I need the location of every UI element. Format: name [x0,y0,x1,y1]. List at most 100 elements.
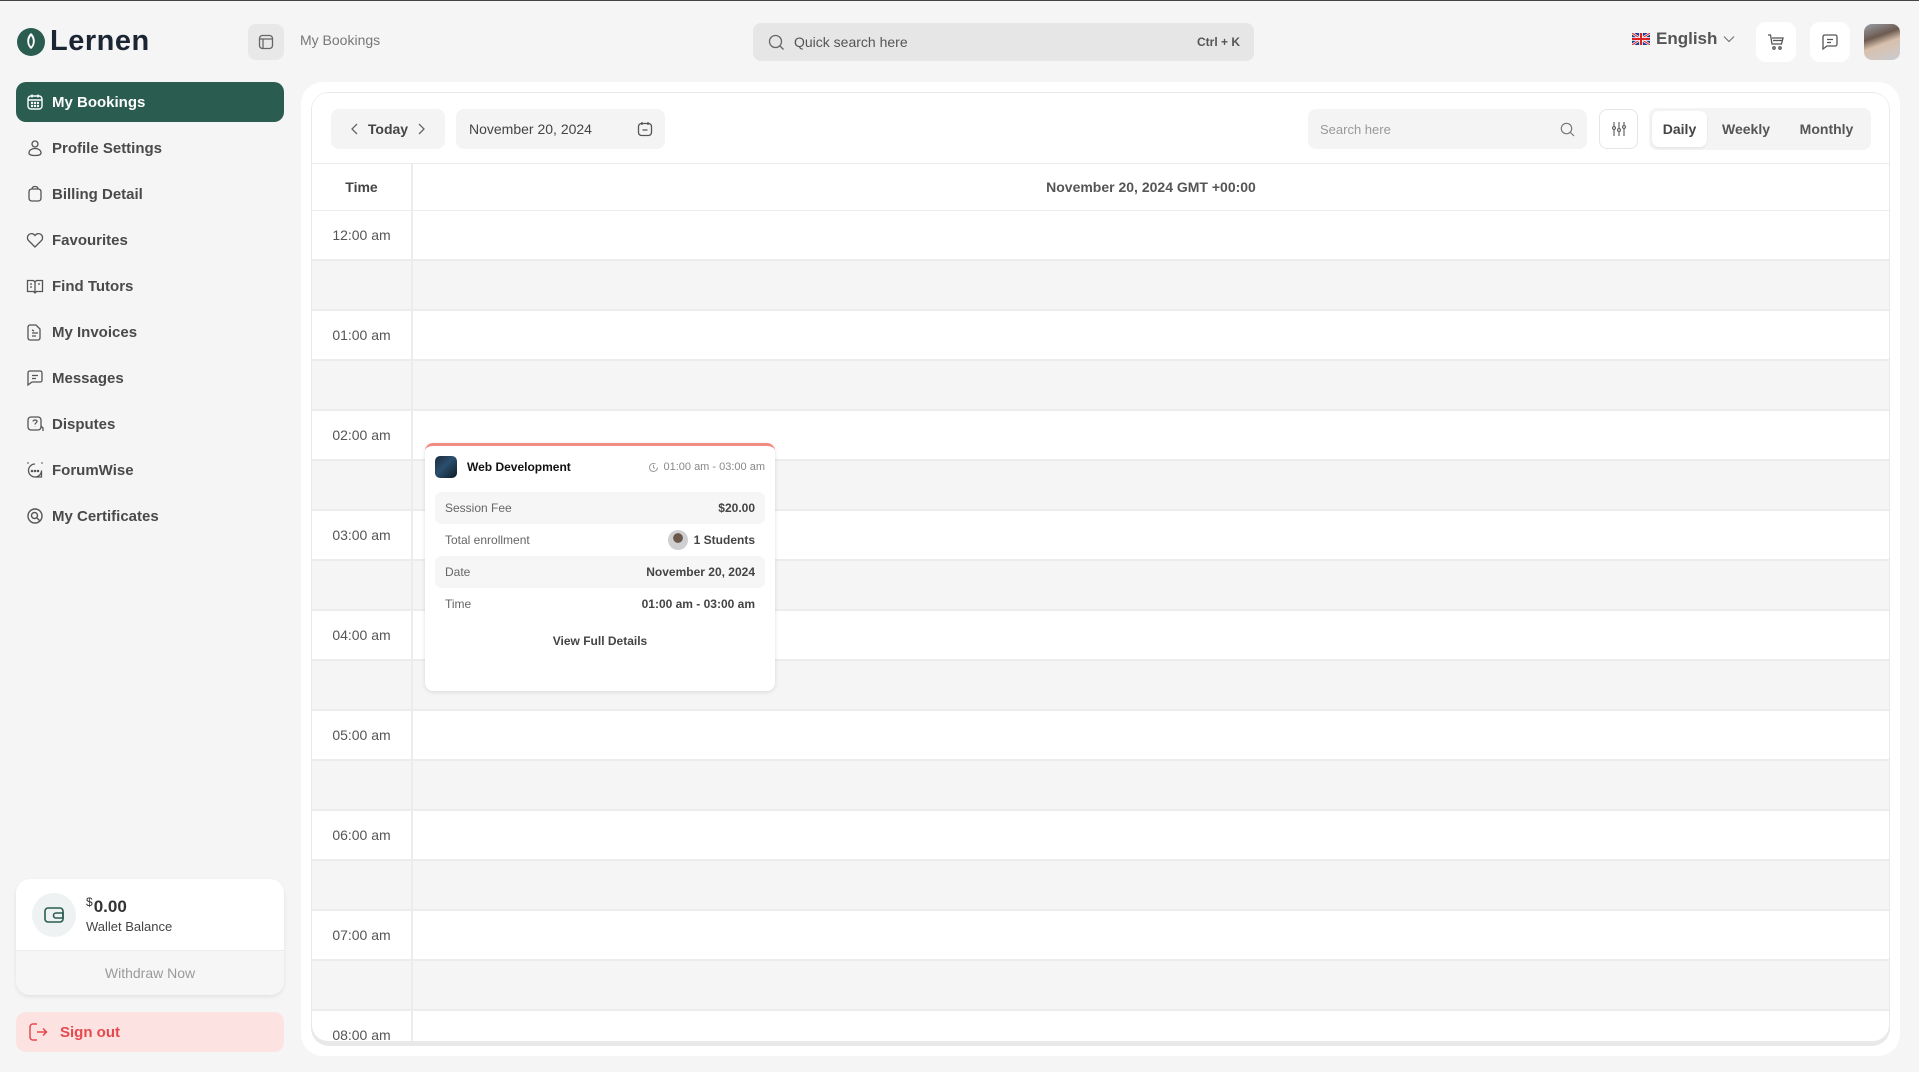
time-slot-cell[interactable] [413,261,1889,309]
event-thumbnail [435,456,457,478]
sidebar-item-messages[interactable]: Messages [16,358,284,398]
clock-icon [649,462,659,472]
time-slot-label: 05:00 am [312,711,413,759]
student-avatar [667,530,688,550]
time-slot-label: 06:00 am [312,811,413,859]
time-slot-row: 07:00 am [312,911,1889,961]
chat-icon [1822,34,1838,51]
calendar-search-placeholder: Search here [1320,121,1391,137]
time-slot-cell[interactable] [413,1011,1889,1041]
quick-search-shortcut: Ctrl + K [1196,35,1240,49]
prev-day-button[interactable] [350,123,358,135]
calendar-grid-body[interactable]: 12:00 am 01:00 am 02:00 am 03:00 am 04:00 am… [312,211,1889,1041]
calendar-grid-header: Time November 20, 2024 GMT +00:00 [312,164,1889,211]
sidebar-toggle-button[interactable] [248,24,284,60]
bag-icon [26,185,44,203]
date-picker[interactable]: November 20, 2024 [456,109,665,149]
time-slot-label [312,761,413,809]
view-switcher: Daily Weekly Monthly [1649,108,1871,150]
calendar-icon [26,93,44,111]
time-slot-label: 02:00 am [312,411,413,459]
event-title: Web Development [467,460,571,474]
sign-out-icon [28,1021,48,1043]
time-slot-cell[interactable] [413,961,1889,1009]
brand-name: Lernen [50,25,150,57]
sidebar-item-billing-detail[interactable]: Billing Detail [16,174,284,214]
time-slot-cell[interactable] [413,861,1889,909]
quick-search-input[interactable]: Quick search here Ctrl + K [753,23,1254,61]
event-row-session-fee: Session Fee $20.00 [435,492,765,524]
tab-monthly[interactable]: Monthly [1785,111,1868,147]
cart-icon [1768,34,1784,50]
tab-daily[interactable]: Daily [1652,111,1707,147]
selected-date: November 20, 2024 [469,121,592,137]
wallet-balance-label: Wallet Balance [86,919,173,934]
chevron-left-icon [350,123,358,135]
invoice-icon [26,323,44,341]
time-slot-row: 01:00 am [312,311,1889,361]
today-button[interactable]: Today [368,121,408,137]
event-row-time: Time 01:00 am - 03:00 am [445,597,755,611]
time-slot-cell[interactable] [413,311,1889,359]
brand-logo[interactable]: Lernen [16,25,150,58]
event-card[interactable]: Web Development 01:00 am - 03:00 am Sess… [425,443,775,691]
today-navigation: Today [331,109,445,149]
sign-out-label: Sign out [60,1023,120,1041]
time-slot-label: 04:00 am [312,611,413,659]
wallet-icon [32,892,76,937]
time-slot-row [312,261,1889,311]
time-slot-cell[interactable] [413,711,1889,759]
sidebar-item-forumwise[interactable]: ForumWise [16,450,284,490]
time-slot-cell[interactable] [413,811,1889,859]
sidebar-nav: My Bookings Profile Settings Billing Det… [16,82,284,542]
time-slot-label: 07:00 am [312,911,413,959]
sidebar-item-find-tutors[interactable]: Find Tutors [16,266,284,306]
time-slot-row [312,361,1889,411]
message-icon [26,369,44,387]
wallet-balance: $0.00 [86,895,127,916]
sidebar-item-label: Favourites [52,231,128,249]
event-time-range: 01:00 am - 03:00 am [648,461,765,473]
time-slot-label [312,261,413,309]
sidebar-item-label: My Invoices [52,323,138,341]
time-slot-row: 08:00 am [312,1011,1889,1041]
calendar-icon [637,122,653,137]
sidebar-item-favourites[interactable]: Favourites [16,220,284,260]
user-avatar[interactable] [1864,24,1900,60]
sidebar-item-my-bookings[interactable]: My Bookings [16,82,284,122]
view-full-details-link[interactable]: View Full Details [435,634,765,648]
sidebar-item-label: Messages [52,369,124,387]
cart-button[interactable] [1756,22,1796,62]
day-column-header: November 20, 2024 GMT +00:00 [1046,179,1256,195]
time-slot-cell[interactable] [413,361,1889,409]
wallet-card: $0.00 Wallet Balance Withdraw Now [16,879,284,995]
time-slot-row [312,961,1889,1011]
time-slot-label [312,561,413,609]
sidebar-item-label: My Certificates [52,507,159,525]
calendar-search-input[interactable]: Search here [1308,109,1587,149]
dispute-icon [26,415,44,433]
time-slot-label: 08:00 am [312,1011,413,1041]
user-icon [26,139,44,157]
sidebar-item-label: ForumWise [52,461,134,479]
withdraw-now-button[interactable]: Withdraw Now [16,951,284,995]
next-day-button[interactable] [418,123,426,135]
sidebar-item-disputes[interactable]: Disputes [16,404,284,444]
sidebar-item-my-certificates[interactable]: My Certificates [16,496,284,536]
tab-weekly[interactable]: Weekly [1707,111,1785,147]
sidebar-item-profile-settings[interactable]: Profile Settings [16,128,284,168]
time-slot-label: 03:00 am [312,511,413,559]
time-slot-label: 01:00 am [312,311,413,359]
event-row-date: Date November 20, 2024 [435,556,765,588]
sidebar-toggle-icon [258,34,274,50]
event-row-enrollment: Total enrollment 1 Students [435,524,765,556]
filter-button[interactable] [1599,109,1638,149]
sliders-icon [1611,122,1626,136]
time-slot-cell[interactable] [413,911,1889,959]
language-selector[interactable]: English [1632,29,1735,49]
sidebar-item-my-invoices[interactable]: My Invoices [16,312,284,352]
sign-out-button[interactable]: Sign out [16,1012,284,1052]
time-slot-cell[interactable] [413,761,1889,809]
chat-button[interactable] [1810,22,1850,62]
time-slot-cell[interactable] [413,211,1889,259]
